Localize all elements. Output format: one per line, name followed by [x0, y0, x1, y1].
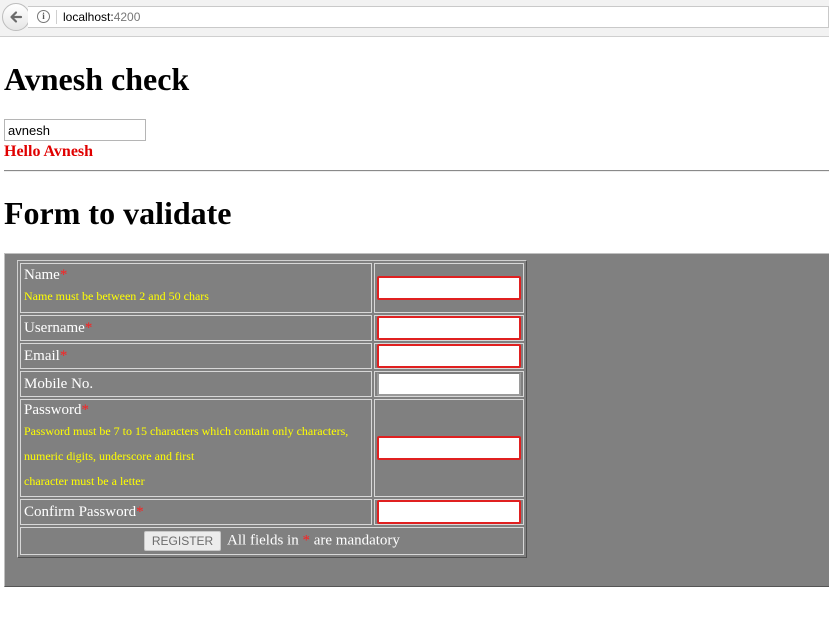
username-input-cell [374, 315, 524, 341]
row-name: Name* Name must be between 2 and 50 char… [20, 263, 524, 313]
form-title: Form to validate [4, 195, 232, 231]
required-asterisk: * [302, 532, 310, 549]
info-icon[interactable]: i [37, 10, 50, 23]
url-host: localhost: [63, 10, 114, 24]
confirm-password-field[interactable] [377, 500, 521, 524]
mobile-field[interactable] [377, 372, 521, 396]
password-field[interactable] [377, 436, 521, 460]
browser-toolbar: i localhost:4200 [0, 0, 829, 37]
required-asterisk: * [84, 319, 93, 336]
email-label-cell: Email* [20, 343, 372, 369]
back-arrow-icon [10, 11, 23, 23]
password-hint-line3: character must be a letter [24, 474, 145, 488]
registration-form-table: Name* Name must be between 2 and 50 char… [17, 260, 527, 558]
name-field[interactable] [377, 276, 521, 300]
name-label: Name [24, 267, 60, 283]
password-hint-line1: Password must be 7 to 15 characters whic… [24, 424, 349, 438]
row-username: Username* [20, 315, 524, 341]
mobile-input-cell [374, 371, 524, 397]
row-email: Email* [20, 343, 524, 369]
url-port: 4200 [113, 10, 141, 24]
page-title: Avnesh check [4, 61, 190, 97]
mandatory-prefix: All fields in [227, 532, 303, 549]
email-input-cell [374, 343, 524, 369]
required-asterisk: * [59, 267, 68, 283]
required-asterisk: * [59, 347, 68, 364]
url-text: localhost:4200 [63, 10, 140, 24]
address-bar[interactable]: i localhost:4200 [28, 6, 829, 28]
password-label-cell: Password* Password must be 7 to 15 chara… [20, 399, 372, 497]
row-password: Password* Password must be 7 to 15 chara… [20, 399, 524, 497]
name-input-cell [374, 263, 524, 313]
name-hint: Name must be between 2 and 50 chars [24, 289, 209, 303]
email-field[interactable] [377, 344, 521, 368]
address-separator [56, 10, 57, 24]
username-label: Username [24, 319, 85, 336]
footer-cell: REGISTER All fields in * are mandatory [20, 527, 524, 555]
name-label-cell: Name* Name must be between 2 and 50 char… [20, 263, 372, 313]
confirm-password-label: Confirm Password [24, 503, 137, 520]
username-field[interactable] [377, 316, 521, 340]
row-footer: REGISTER All fields in * are mandatory [20, 527, 524, 555]
confirm-password-label-cell: Confirm Password* [20, 499, 372, 525]
row-mobile: Mobile No. [20, 371, 524, 397]
greeting-text: Hello Avnesh [4, 143, 94, 160]
required-asterisk: * [136, 503, 144, 520]
required-asterisk: * [81, 402, 90, 418]
email-label: Email [24, 347, 60, 364]
username-label-cell: Username* [20, 315, 372, 341]
name-input[interactable] [4, 119, 146, 141]
password-input-cell [374, 399, 524, 497]
register-button[interactable]: REGISTER [144, 531, 222, 551]
confirm-password-input-cell [374, 499, 524, 525]
mobile-label-cell: Mobile No. [20, 371, 372, 397]
row-confirm-password: Confirm Password* [20, 499, 524, 525]
form-panel: Name* Name must be between 2 and 50 char… [4, 253, 829, 587]
mandatory-suffix: are mandatory [309, 532, 400, 549]
mandatory-note: All fields in * are mandatory [227, 533, 400, 549]
mobile-label: Mobile No. [24, 375, 94, 392]
password-label: Password [24, 402, 82, 418]
horizontal-rule [4, 170, 829, 172]
back-button[interactable] [2, 3, 30, 31]
password-hint-line2: numeric digits, underscore and first [24, 449, 195, 463]
